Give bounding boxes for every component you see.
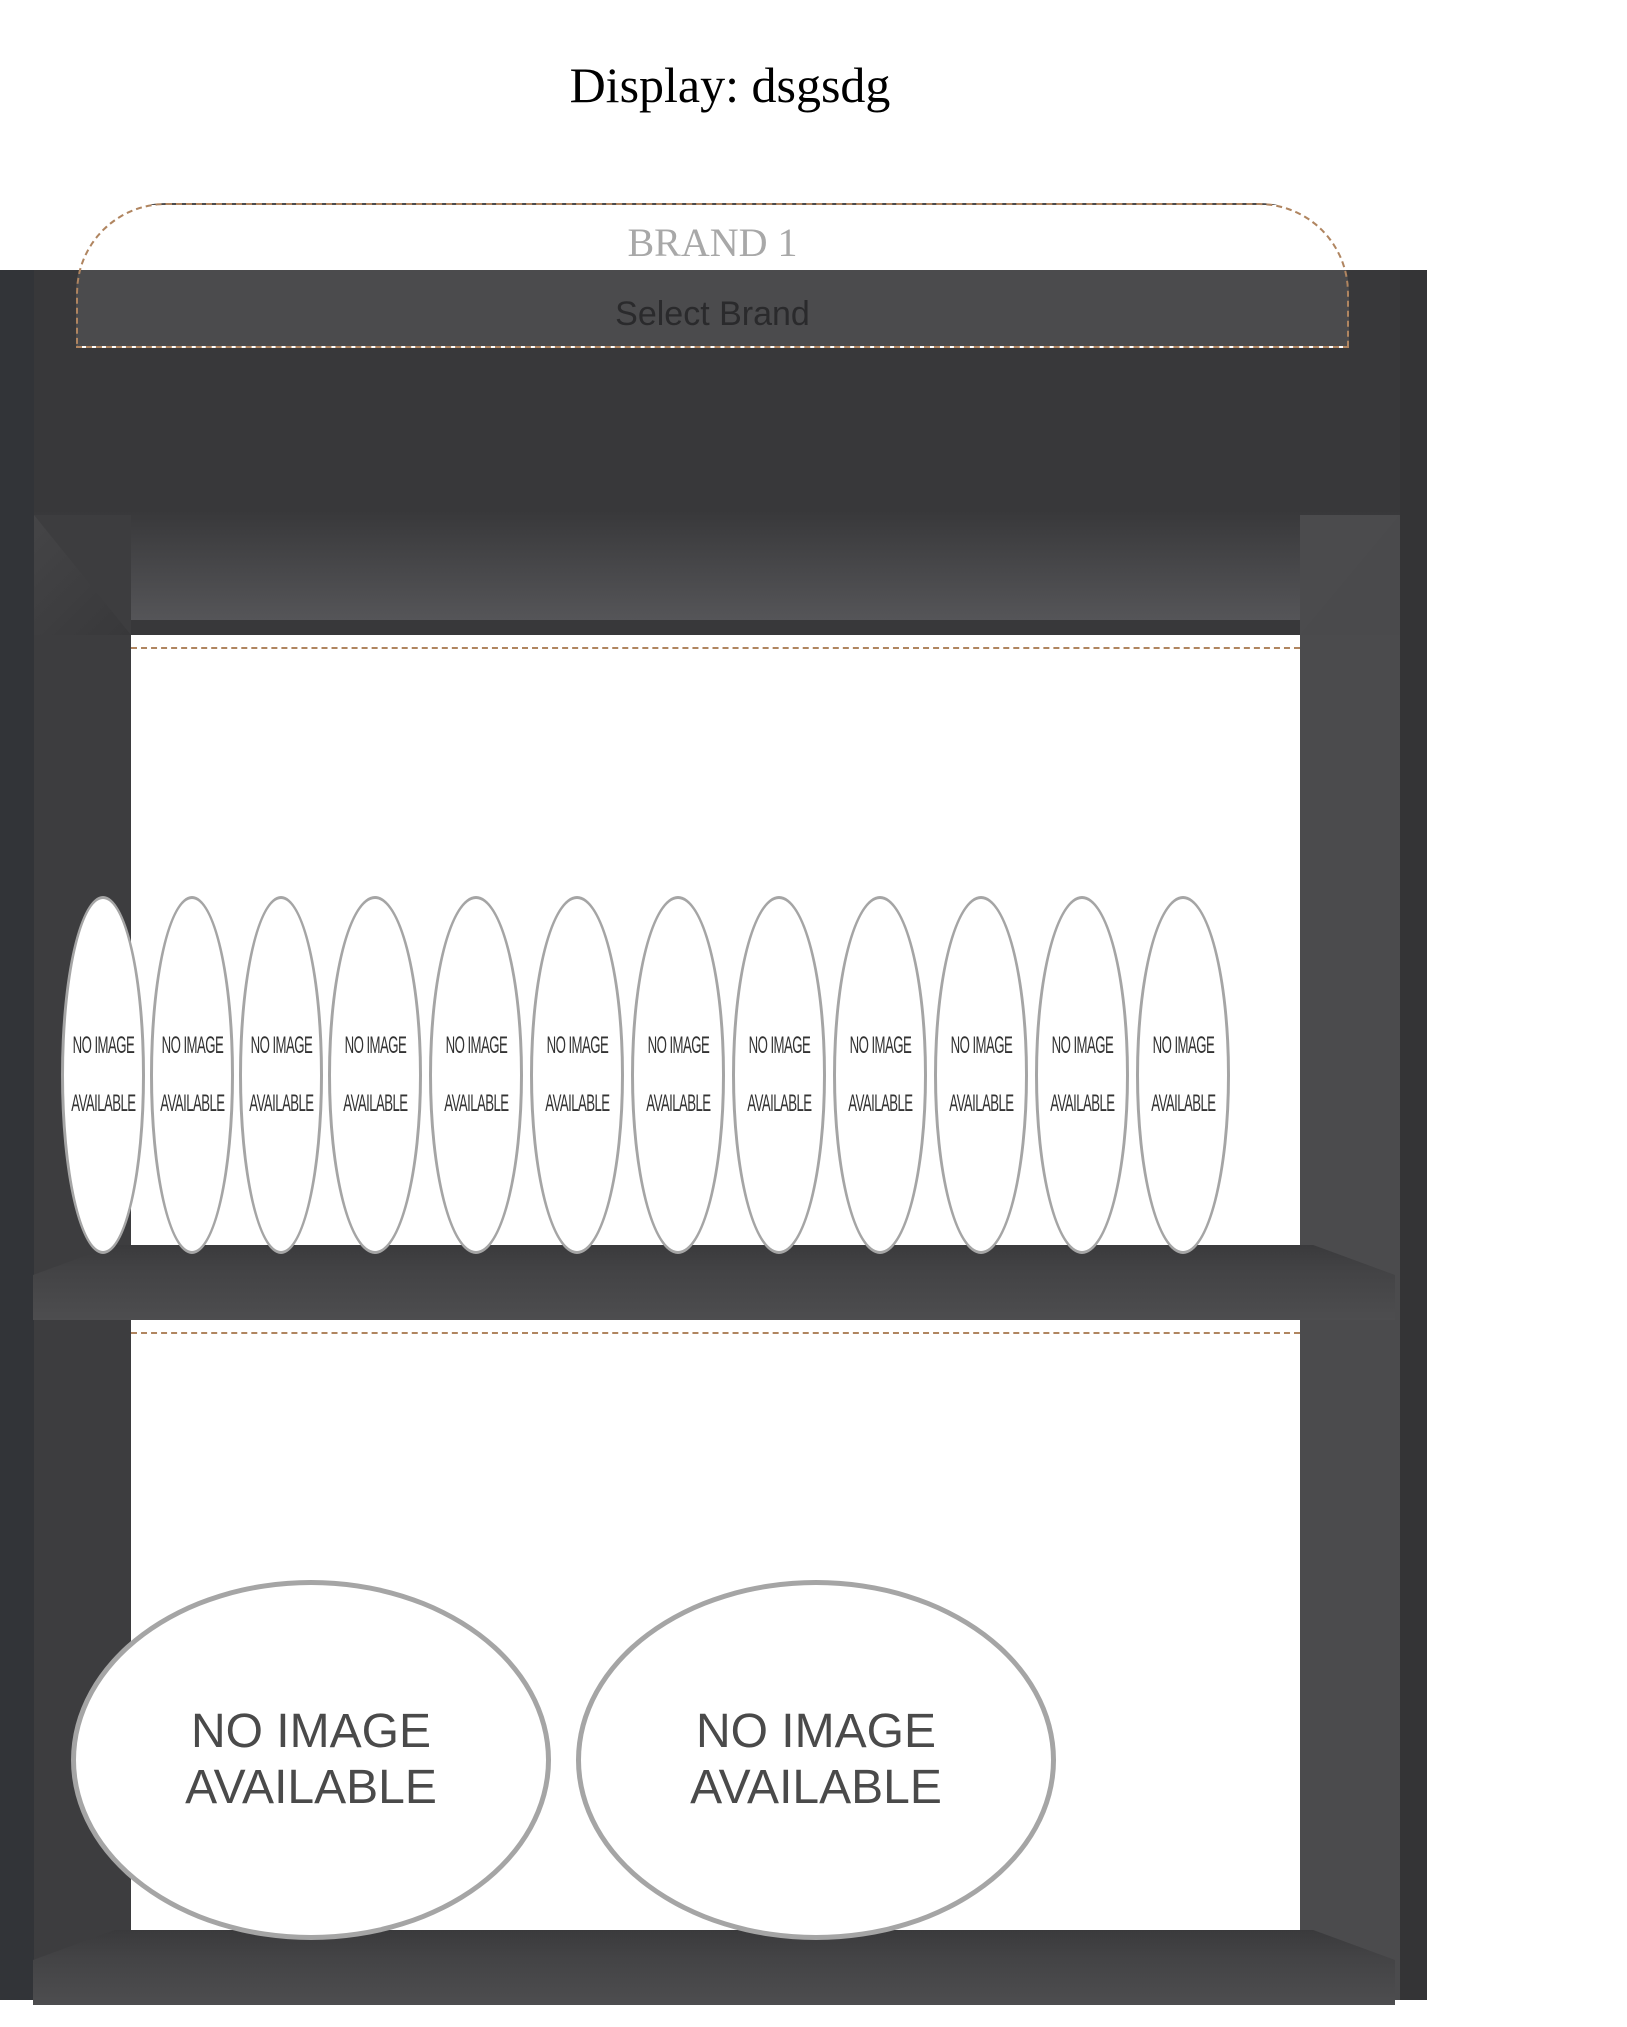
product-placeholder[interactable]: NO IMAGE AVAILABLE <box>934 896 1028 1254</box>
product-placeholder[interactable]: NO IMAGE AVAILABLE <box>328 896 422 1254</box>
no-image-label: NO IMAGE AVAILABLE <box>342 1032 408 1117</box>
shelf-guide-line <box>131 647 1300 649</box>
brand-name: BRAND 1 <box>627 220 798 265</box>
no-image-label: NO IMAGE AVAILABLE <box>948 1032 1014 1117</box>
shelf-edge-1 <box>33 1245 1395 1320</box>
product-placeholder[interactable]: NO IMAGE AVAILABLE <box>61 896 145 1254</box>
cabinet-left-strip <box>0 270 34 2000</box>
no-image-label: NO IMAGE AVAILABLE <box>746 1032 812 1117</box>
no-image-label: NO IMAGE AVAILABLE <box>248 1032 314 1117</box>
product-placeholder[interactable]: NO IMAGE AVAILABLE <box>732 896 826 1254</box>
product-placeholder[interactable]: NO IMAGE AVAILABLE <box>530 896 624 1254</box>
shelf-guide-line <box>131 1332 1300 1334</box>
no-image-label: NO IMAGE AVAILABLE <box>1150 1032 1216 1117</box>
brand-header[interactable]: BRAND 1 Select Brand <box>76 203 1349 348</box>
product-placeholder[interactable]: NO IMAGE AVAILABLE <box>429 896 523 1254</box>
cabinet-right-post <box>1400 270 1427 2000</box>
product-placeholder[interactable]: NO IMAGE AVAILABLE <box>1136 896 1230 1254</box>
product-placeholder[interactable]: NO IMAGE AVAILABLE <box>239 896 323 1254</box>
no-image-label: NO IMAGE AVAILABLE <box>1049 1032 1115 1117</box>
no-image-label: NO IMAGE AVAILABLE <box>185 1705 437 1814</box>
display-title: Display: dsgsdg <box>569 57 891 113</box>
product-placeholder[interactable]: NO IMAGE AVAILABLE <box>71 1580 551 1940</box>
product-placeholder[interactable]: NO IMAGE AVAILABLE <box>1035 896 1129 1254</box>
no-image-label: NO IMAGE AVAILABLE <box>847 1032 913 1117</box>
product-placeholder[interactable]: NO IMAGE AVAILABLE <box>631 896 725 1254</box>
cabinet-header-panel <box>34 510 1400 620</box>
product-placeholder[interactable]: NO IMAGE AVAILABLE <box>576 1580 1056 1940</box>
no-image-label: NO IMAGE AVAILABLE <box>544 1032 610 1117</box>
shelf-edge-2 <box>33 1930 1395 2005</box>
no-image-label: NO IMAGE AVAILABLE <box>70 1032 136 1117</box>
no-image-label: NO IMAGE AVAILABLE <box>159 1032 225 1117</box>
select-brand-button[interactable]: Select Brand <box>78 295 1347 334</box>
product-placeholder[interactable]: NO IMAGE AVAILABLE <box>150 896 234 1254</box>
no-image-label: NO IMAGE AVAILABLE <box>690 1705 942 1814</box>
product-placeholder[interactable]: NO IMAGE AVAILABLE <box>833 896 927 1254</box>
no-image-label: NO IMAGE AVAILABLE <box>443 1032 509 1117</box>
no-image-label: NO IMAGE AVAILABLE <box>645 1032 711 1117</box>
